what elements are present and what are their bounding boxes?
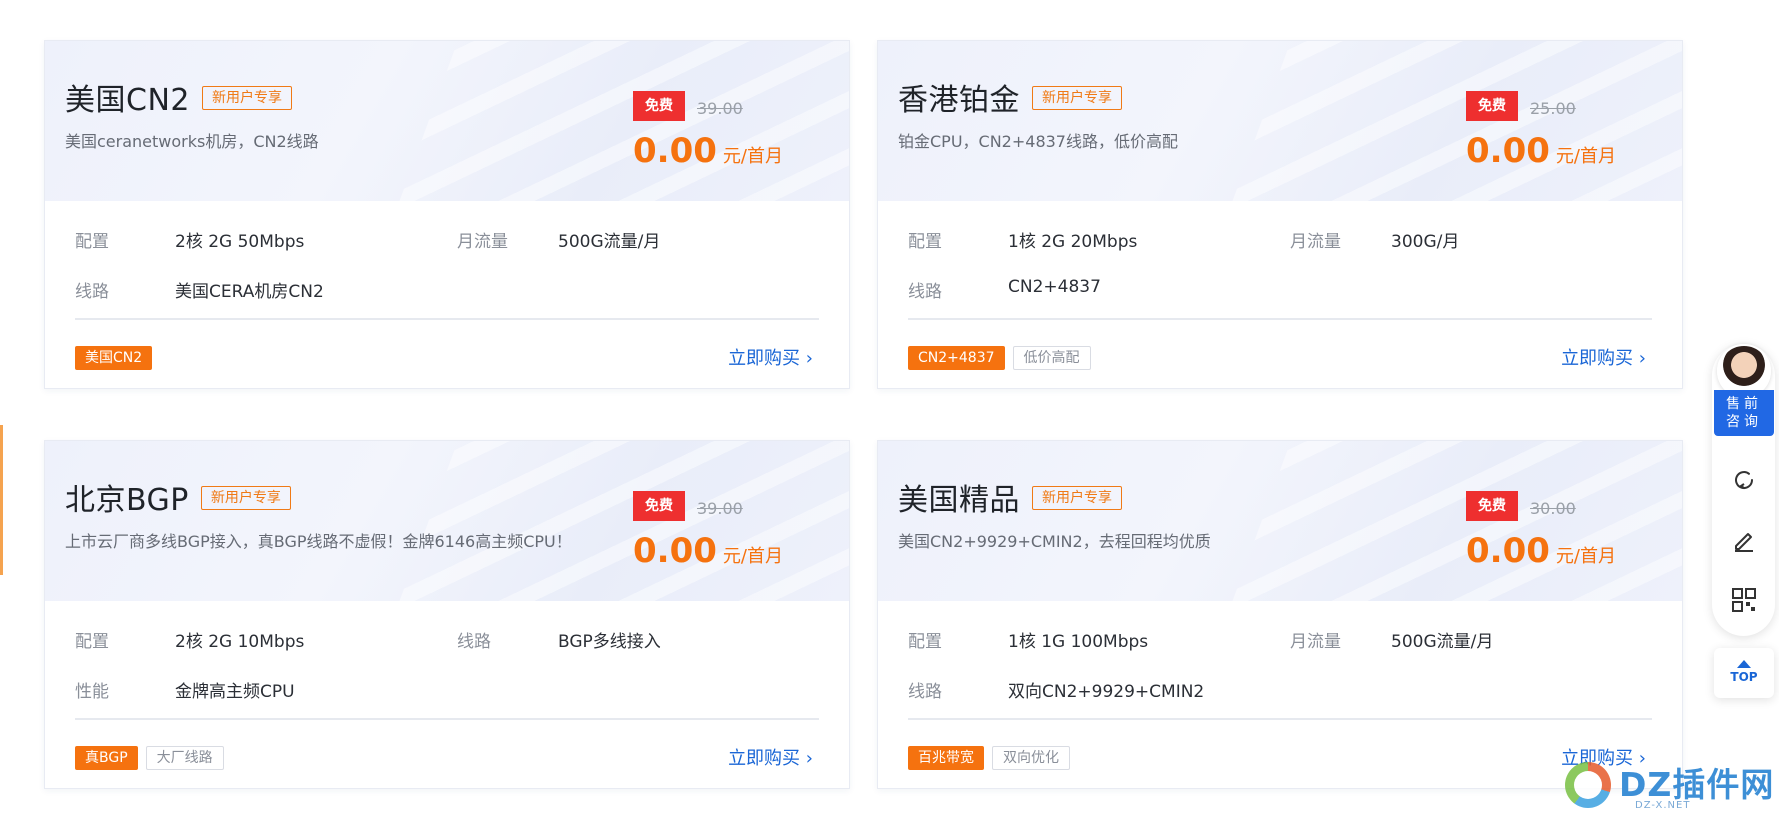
top-label: TOP [1730,670,1758,684]
price-value: 0.00 [1466,531,1550,571]
promo-badge: 新用户专享 [201,85,292,110]
arrow-up-icon [1737,660,1751,668]
card-description: 美国ceranetworks机房，CN2线路 [65,132,319,151]
divider [908,318,1652,320]
price-row: 0.00 元/首月 [1466,531,1616,571]
divider [75,718,819,720]
spec-value: 双向CN2+9929+CMIN2 [1008,682,1205,702]
spec-value: BGP多线接入 [558,632,661,652]
chevron-right-icon: › [805,748,813,769]
spec-label: 线路 [75,282,109,302]
tag-list: CN2+4837 低价高配 [908,346,1099,370]
card-header-bg [45,441,849,601]
spec-value: 金牌高主频CPU [175,682,295,702]
original-price: 25.00 [1530,99,1576,118]
tag-list: 美国CN2 [75,346,160,370]
back-to-top-button[interactable]: TOP [1714,648,1774,698]
price-row: 0.00 元/首月 [1466,131,1616,171]
spec-label: 配置 [75,632,109,652]
spec-label: 月流量 [457,232,508,252]
spec-value: 美国CERA机房CN2 [175,282,324,302]
card-header-bg [878,441,1682,601]
watermark-subtext: DZ-X.NET [1635,800,1691,811]
tag: 低价高配 [1012,346,1091,370]
divider [75,318,819,320]
product-card-hk-platinum: 香港铂金 新用户专享 铂金CPU，CN2+4837线路，低价高配 免费 25.00… [877,40,1683,389]
spec-value: 300G/月 [1391,232,1460,252]
product-card-beijing-bgp: 北京BGP 新用户专享 上市云厂商多线BGP接入，真BGP线路不虚假！金牌6146… [44,440,850,789]
watermark: DZ插件网 DZ-X.NET [1565,752,1779,818]
card-header-bg [45,41,849,201]
card-description: 美国CN2+9929+CMIN2，去程回程均优质 [898,532,1211,551]
watermark-text: DZ插件网 [1619,765,1775,804]
spec-label: 配置 [908,632,942,652]
promo-badge: 新用户专享 [1032,485,1122,510]
original-price: 30.00 [1530,499,1576,518]
card-header-bg [878,41,1682,201]
divider [908,718,1652,720]
price-row: 0.00 元/首月 [633,531,783,571]
original-price: 39.00 [697,499,743,518]
spec-label: 月流量 [1290,632,1341,652]
spec-value: 500G流量/月 [1391,632,1494,652]
buy-now-link[interactable]: 立即购买 › [1561,346,1646,372]
buy-now-link[interactable]: 立即购买 › [728,346,813,372]
spec-value: 1核 2G 20Mbps [1008,232,1138,252]
free-badge: 免费 [1466,91,1518,121]
price-row: 0.00 元/首月 [633,131,783,171]
free-badge: 免费 [633,491,685,521]
spec-label: 配置 [75,232,109,252]
spec-value: 2核 2G 50Mbps [175,232,305,252]
buy-now-link[interactable]: 立即购买 › [728,746,813,772]
spec-label: 配置 [908,232,942,252]
spec-value: 1核 1G 100Mbps [1008,632,1149,652]
product-card-us-cn2: 美国CN2 新用户专享 美国ceranetworks机房，CN2线路 免费 39.… [44,40,850,389]
card-description: 铂金CPU，CN2+4837线路，低价高配 [898,132,1178,151]
price-value: 0.00 [1466,131,1550,171]
card-title: 美国CN2 新用户专享 [65,75,292,119]
spec-label: 性能 [75,682,109,702]
price-value: 0.00 [633,531,717,571]
promo-badge: 新用户专享 [1032,85,1122,110]
spec-value: 500G流量/月 [558,232,661,252]
refresh-icon[interactable] [1730,466,1758,494]
card-title: 香港铂金 新用户专享 [898,75,1122,119]
tag: 大厂线路 [145,746,224,770]
tag-list: 百兆带宽 双向优化 [908,746,1078,770]
price-unit: 元/首月 [1555,546,1616,567]
spec-label: 月流量 [1290,232,1341,252]
price-unit: 元/首月 [722,546,783,567]
free-badge: 免费 [1466,491,1518,521]
free-badge: 免费 [633,91,685,121]
price-unit: 元/首月 [722,146,783,167]
consult-label-line1: 售前 [1726,396,1762,412]
watermark-logo-icon [1565,762,1611,808]
spec-label: 线路 [457,632,491,652]
price-unit: 元/首月 [1555,146,1616,167]
card-title: 北京BGP 新用户专享 [65,475,291,519]
consult-label-line2: 咨询 [1726,414,1762,430]
product-card-us-premium: 美国精品 新用户专享 美国CN2+9929+CMIN2，去程回程均优质 免费 30… [877,440,1683,789]
price-value: 0.00 [633,131,717,171]
chevron-right-icon: › [805,348,813,369]
tag: 双向优化 [992,746,1070,770]
tag: 百兆带宽 [908,746,984,770]
left-edge-accent [0,425,3,575]
spec-label: 线路 [908,282,942,302]
original-price: 39.00 [697,99,743,118]
qrcode-icon[interactable] [1730,586,1758,614]
promo-badge: 新用户专享 [200,485,291,510]
chevron-right-icon: › [1638,348,1646,369]
tag: 真BGP [75,746,138,770]
presales-consult-button[interactable]: 售前 咨询 [1714,390,1774,436]
edit-icon[interactable] [1730,526,1758,554]
tag: 美国CN2 [75,346,153,370]
spec-label: 线路 [908,682,942,702]
spec-value: 2核 2G 10Mbps [175,632,305,652]
card-title: 美国精品 新用户专享 [898,475,1122,519]
tag-list: 真BGP 大厂线路 [75,746,232,770]
card-description: 上市云厂商多线BGP接入，真BGP线路不虚假！金牌6146高主频CPU！ [65,532,572,551]
tag: CN2+4837 [908,346,1005,370]
spec-value: CN2+4837 [1008,277,1101,297]
